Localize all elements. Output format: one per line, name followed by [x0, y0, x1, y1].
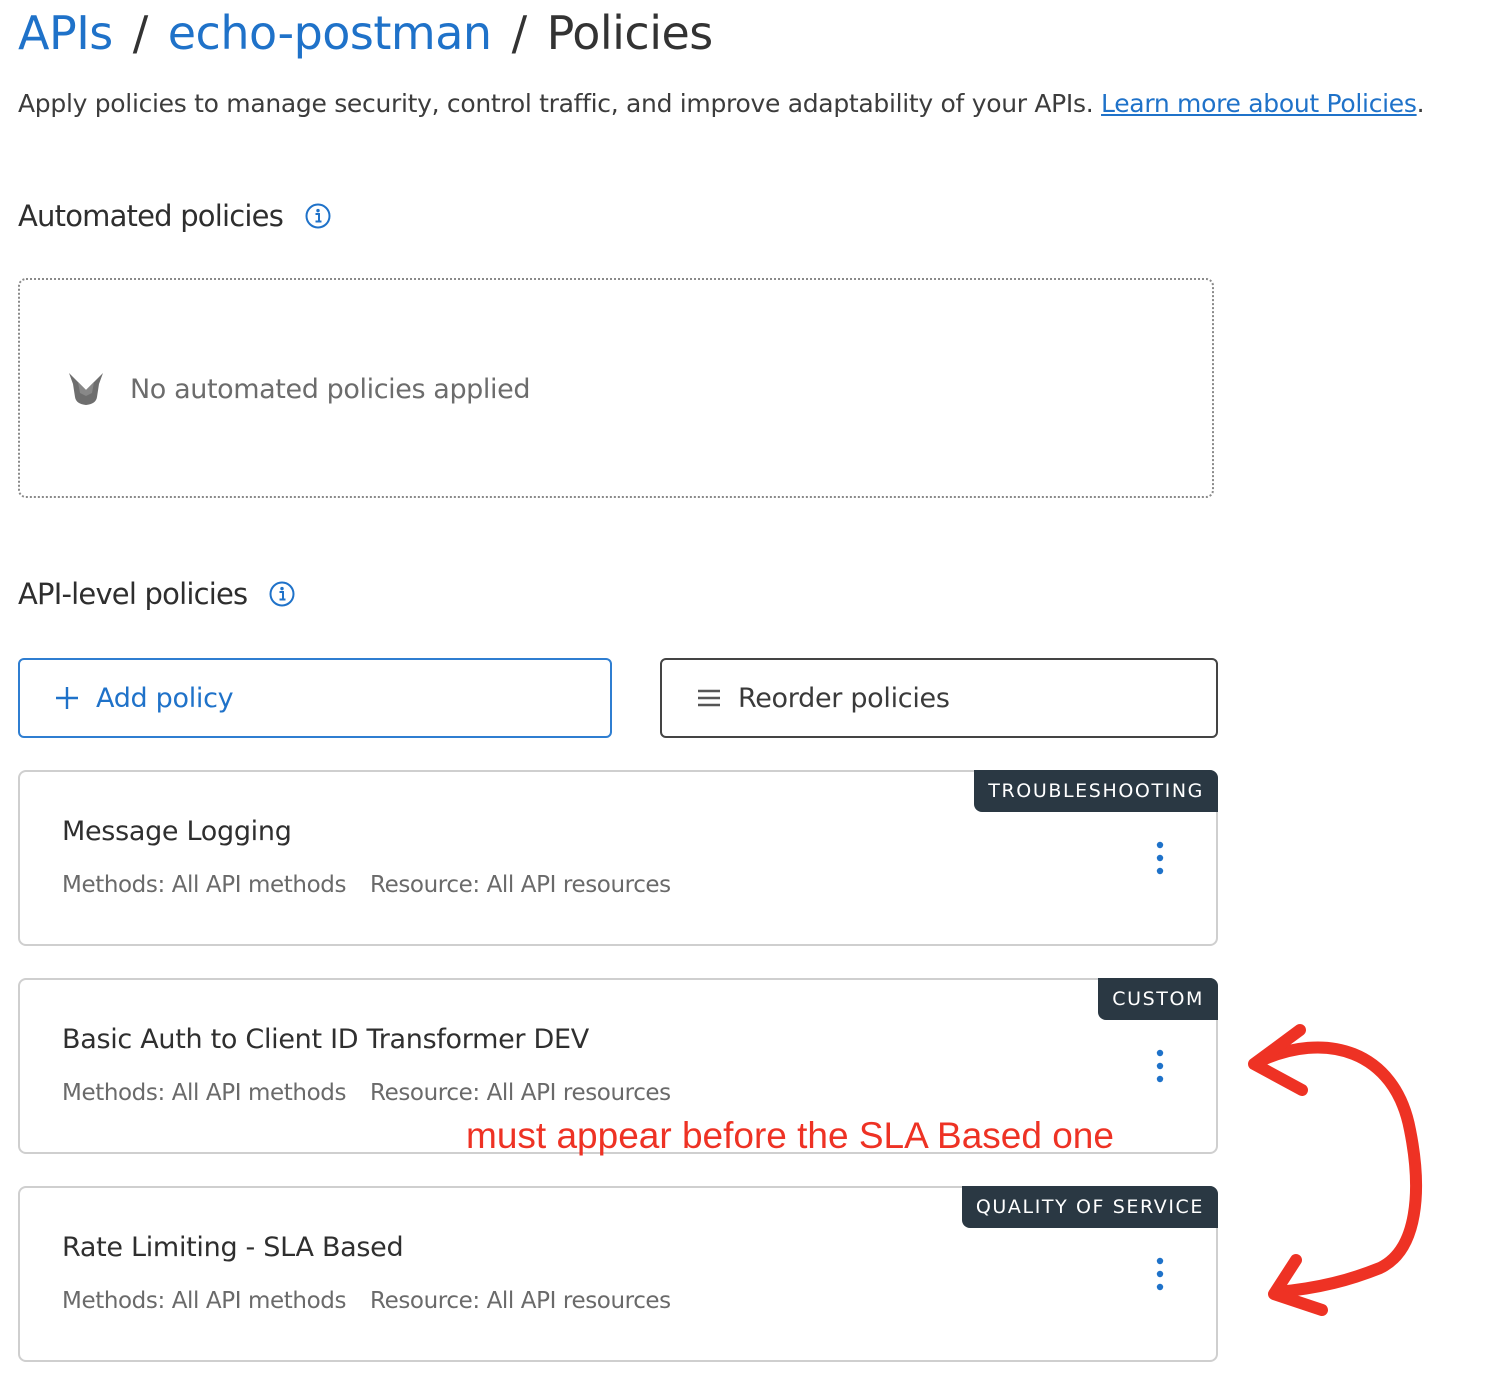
- policy-resource: Resource: All API resources: [370, 1080, 671, 1106]
- automated-policies-empty-state: No automated policies applied: [18, 278, 1214, 498]
- breadcrumb: APIs / echo-postman / Policies: [18, 4, 713, 62]
- breadcrumb-link-apis[interactable]: APIs: [18, 6, 113, 60]
- plus-icon: [54, 685, 80, 711]
- policy-name: Rate Limiting - SLA Based: [62, 1232, 404, 1263]
- policy-category-badge: QUALITY OF SERVICE: [961, 1186, 1218, 1228]
- swap-arrow-icon: [1248, 1024, 1423, 1316]
- policy-meta: Methods: All API methods Resource: All AP…: [62, 867, 671, 903]
- automated-policies-title: Automated policies: [18, 199, 284, 233]
- policy-meta: Methods: All API methods Resource: All AP…: [62, 1283, 671, 1319]
- breadcrumb-separator: /: [132, 6, 149, 60]
- annotation-note: must appear before the SLA Based one: [466, 1115, 1114, 1156]
- info-circle-icon[interactable]: [269, 581, 295, 607]
- description-text: Apply policies to manage security, contr…: [18, 89, 1102, 118]
- policy-methods: Methods: All API methods: [62, 872, 347, 898]
- empty-state-icon: [66, 368, 106, 408]
- policy-resource: Resource: All API resources: [370, 1288, 671, 1314]
- policy-category-badge: CUSTOM: [1098, 978, 1218, 1020]
- reorder-policies-label: Reorder policies: [738, 682, 950, 714]
- policy-name: Basic Auth to Client ID Transformer DEV: [62, 1024, 589, 1055]
- policy-category-badge: TROUBLESHOOTING: [974, 770, 1218, 812]
- api-level-policies-heading: API-level policies: [18, 574, 295, 614]
- policy-methods: Methods: All API methods: [62, 1288, 347, 1314]
- page-description: Apply policies to manage security, contr…: [18, 84, 1425, 124]
- policy-card[interactable]: QUALITY OF SERVICE Rate Limiting - SLA B…: [18, 1186, 1218, 1362]
- reorder-policies-button[interactable]: Reorder policies: [660, 658, 1218, 738]
- hamburger-icon: [696, 685, 722, 711]
- policy-name: Message Logging: [62, 816, 292, 847]
- policy-card[interactable]: TROUBLESHOOTING Message Logging Methods:…: [18, 770, 1218, 946]
- add-policy-button[interactable]: Add policy: [18, 658, 612, 738]
- breadcrumb-separator: /: [511, 6, 528, 60]
- api-level-policies-title: API-level policies: [18, 577, 248, 611]
- breadcrumb-link-api[interactable]: echo-postman: [168, 6, 492, 60]
- automated-policies-heading: Automated policies: [18, 196, 331, 236]
- empty-state-text: No automated policies applied: [130, 374, 531, 405]
- policy-meta: Methods: All API methods Resource: All AP…: [62, 1075, 671, 1111]
- kebab-menu-icon[interactable]: [1148, 838, 1172, 878]
- page-title: Policies: [546, 6, 714, 60]
- learn-more-link[interactable]: Learn more about Policies: [1101, 89, 1417, 118]
- kebab-menu-icon[interactable]: [1148, 1254, 1172, 1294]
- description-trailing: .: [1416, 89, 1425, 118]
- kebab-menu-icon[interactable]: [1148, 1046, 1172, 1086]
- info-circle-icon[interactable]: [305, 203, 331, 229]
- policy-methods: Methods: All API methods: [62, 1080, 347, 1106]
- policy-resource: Resource: All API resources: [370, 872, 671, 898]
- add-policy-label: Add policy: [96, 682, 234, 714]
